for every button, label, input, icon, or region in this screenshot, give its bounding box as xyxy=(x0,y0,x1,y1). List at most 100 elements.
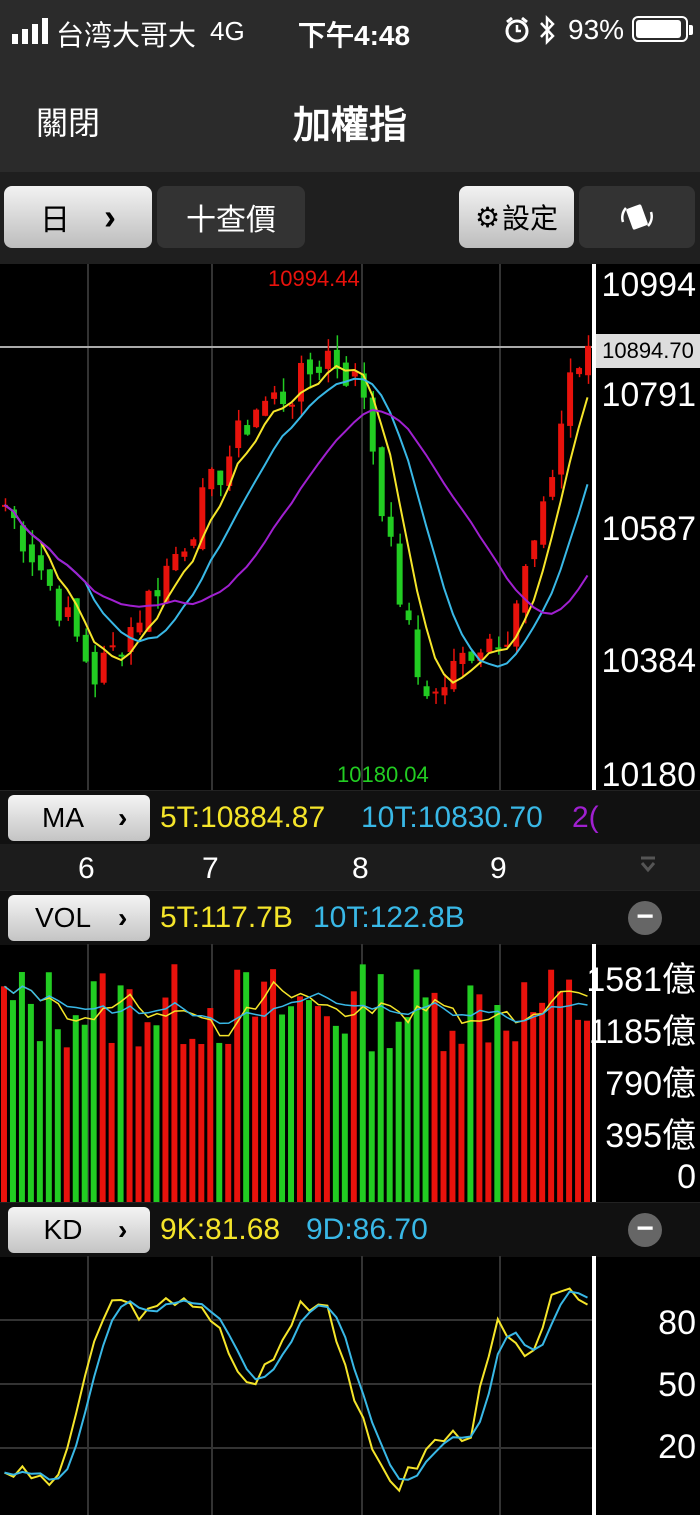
candlestick xyxy=(154,590,161,597)
candlestick xyxy=(495,647,502,650)
volume-bar xyxy=(332,1025,339,1202)
candlestick xyxy=(82,634,89,662)
alarm-icon xyxy=(505,16,529,43)
search-quote-button[interactable]: 十查價 xyxy=(157,186,305,248)
volume-bar xyxy=(1,986,7,1202)
volume-bar xyxy=(521,982,528,1202)
candlestick xyxy=(558,423,565,475)
ma5-value: 5T:10884.87 xyxy=(160,801,326,834)
candlestick xyxy=(190,539,197,546)
candlestick xyxy=(306,359,313,375)
price-chart[interactable] xyxy=(0,264,700,790)
volume-bar xyxy=(198,1044,205,1202)
candlestick xyxy=(486,638,493,653)
volume-bar xyxy=(305,1000,312,1202)
volume-bar xyxy=(440,1051,447,1202)
carrier-name: 台湾大哥大 xyxy=(56,20,197,51)
volume-bar xyxy=(566,979,573,1202)
volume-bar xyxy=(530,1012,537,1202)
volume-bar xyxy=(63,1047,70,1202)
volume-bar xyxy=(54,1029,61,1202)
collapse-vol-button[interactable]: − xyxy=(628,901,662,935)
candlestick xyxy=(271,392,278,399)
candlestick xyxy=(585,345,591,376)
candlestick xyxy=(253,409,260,428)
price-axis-label: 10384 xyxy=(601,642,696,680)
network-type: 4G xyxy=(210,16,245,46)
ma10-value: 10T:10830.70 xyxy=(361,801,543,834)
candlestick xyxy=(37,555,44,571)
period-label: 日 xyxy=(40,204,70,237)
volume-bar xyxy=(81,1024,88,1202)
volume-bar xyxy=(117,985,124,1202)
candlestick xyxy=(324,350,331,369)
battery-percent: 93% xyxy=(568,14,625,45)
settings-button[interactable]: ⚙ 設定 xyxy=(459,186,574,248)
volume-bar xyxy=(27,1003,34,1202)
chevron-right-icon: › xyxy=(118,1214,128,1245)
date-tick: 9 xyxy=(490,852,507,885)
kd-axis-label: 50 xyxy=(658,1366,696,1404)
chevron-right-icon: › xyxy=(118,902,128,933)
volume-bar xyxy=(36,1041,43,1202)
volume-bar xyxy=(341,1033,348,1202)
volume-bar xyxy=(171,964,178,1202)
candlestick xyxy=(172,553,179,571)
volume-bar xyxy=(539,1002,546,1202)
volume-bar xyxy=(314,1006,321,1202)
search-quote-label: 十查價 xyxy=(186,204,276,237)
volume-bar xyxy=(431,992,438,1202)
volume-bar xyxy=(243,972,250,1202)
navigation-bar: 關閉 加權指 xyxy=(0,62,700,173)
kd-indicator-button[interactable]: KD › xyxy=(8,1207,150,1253)
price-axis-label: 10994 xyxy=(601,266,696,304)
volume-bar xyxy=(413,969,420,1202)
volume-bar xyxy=(135,1046,142,1202)
rotate-button[interactable] xyxy=(579,186,695,248)
volume-bar xyxy=(395,1021,402,1202)
vol-ma5-value: 5T:117.7B xyxy=(160,901,293,934)
chart-toolbar: 日 › 十查價 ⚙ 設定 xyxy=(0,172,700,264)
date-tick: 7 xyxy=(202,852,219,885)
vol-indicator-button[interactable]: VOL › xyxy=(8,895,150,941)
volume-bar xyxy=(216,1042,223,1202)
volume-bar xyxy=(207,1008,214,1202)
vol-axis-label: 790億 xyxy=(605,1065,696,1103)
volume-bar xyxy=(189,1038,196,1202)
volume-bar xyxy=(557,991,564,1202)
candlestick xyxy=(136,622,143,633)
candlestick xyxy=(118,654,125,657)
period-selector-button[interactable]: 日 › xyxy=(4,186,152,248)
collapse-arrow-icon[interactable] xyxy=(638,854,658,878)
candlestick xyxy=(262,400,269,416)
high-price-label: 10994.44 xyxy=(268,266,360,291)
date-tick: 6 xyxy=(78,852,95,885)
volume-bar xyxy=(18,972,25,1202)
candlestick xyxy=(28,544,35,563)
vol-indicator-row: VOL › 5T:117.7B 10T:122.8B − xyxy=(0,890,700,945)
ma-button-label: MA xyxy=(42,802,84,833)
vol-axis-label: 395億 xyxy=(605,1117,696,1155)
status-bar: 台湾大哥大 4G 下午4:48 93% xyxy=(0,0,700,62)
chevron-right-icon: › xyxy=(118,802,128,833)
kd-chart[interactable] xyxy=(0,1256,700,1515)
candlestick xyxy=(64,607,71,618)
collapse-kd-button[interactable]: − xyxy=(628,1213,662,1247)
candlestick xyxy=(531,540,538,560)
volume-bar xyxy=(467,985,474,1202)
k-value: 9K:81.68 xyxy=(160,1213,281,1246)
volume-bar xyxy=(288,1006,294,1202)
candlestick xyxy=(55,588,62,621)
candlestick xyxy=(432,691,439,694)
candlestick xyxy=(289,404,295,407)
volume-bar xyxy=(108,1042,115,1202)
volume-bar xyxy=(386,1048,393,1202)
battery-level xyxy=(636,20,681,38)
ma20-value: 2( xyxy=(572,801,599,834)
volume-bar xyxy=(9,1000,16,1202)
ma-indicator-button[interactable]: MA › xyxy=(8,795,150,841)
page-title: 加權指 xyxy=(292,105,407,147)
volume-bar xyxy=(252,1016,259,1202)
volume-bar xyxy=(45,972,52,1202)
price-axis-label: 10587 xyxy=(601,510,696,548)
